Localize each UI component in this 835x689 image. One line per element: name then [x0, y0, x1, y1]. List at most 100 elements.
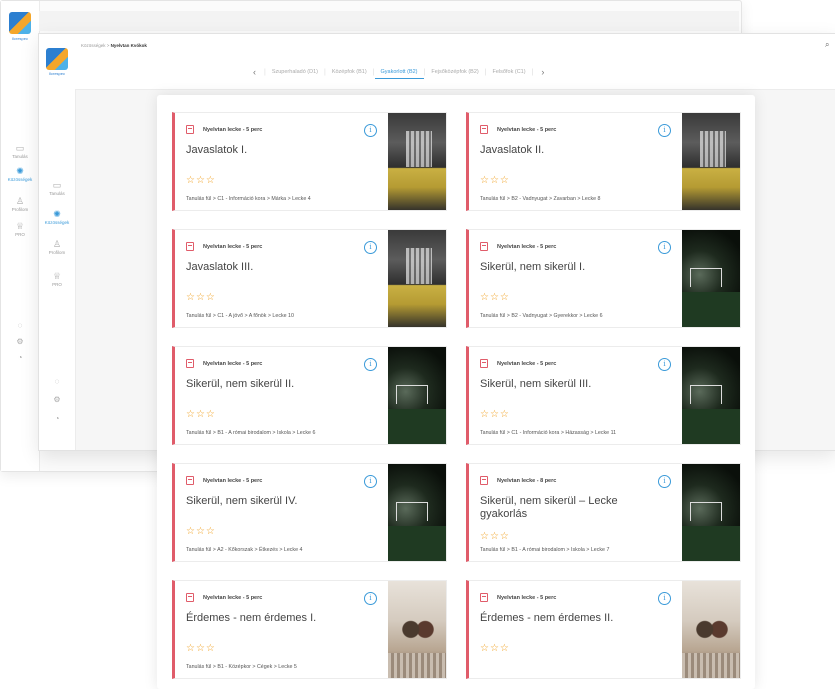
star-rating: ☆☆☆	[480, 643, 510, 654]
info-icon[interactable]: i	[658, 358, 671, 371]
lesson-tag: Nyelvtan lecke - 5 perc	[186, 593, 262, 602]
star-rating: ☆☆☆	[186, 292, 216, 303]
info-icon[interactable]: i	[364, 124, 377, 137]
info-icon[interactable]: i	[658, 592, 671, 605]
lesson-card[interactable]: Nyelvtan lecke - 5 perc Javaslatok II. ☆…	[466, 112, 741, 211]
lesson-tag-text: Nyelvtan lecke - 5 perc	[203, 243, 263, 250]
breadcrumb-current: Nyelvtan Kvókok	[110, 43, 147, 48]
star-rating: ☆☆☆	[480, 292, 510, 303]
lesson-card[interactable]: Nyelvtan lecke - 5 perc Sikerül, nem sik…	[466, 346, 741, 445]
nav-community[interactable]: ✺ Közösségek	[39, 209, 75, 226]
info-icon[interactable]: i	[658, 124, 671, 137]
lesson-icon	[186, 125, 194, 134]
lesson-thumbnail	[682, 230, 740, 327]
lesson-card[interactable]: Nyelvtan lecke - 5 perc Javaslatok III. …	[172, 229, 447, 328]
crown-icon: ♕	[52, 271, 62, 281]
lesson-tag: Nyelvtan lecke - 5 perc	[186, 242, 262, 251]
breadcrumb: Közösségek > Nyelvtan Kvókok	[81, 43, 147, 48]
info-icon[interactable]: i	[658, 475, 671, 488]
back-nav-community[interactable]: ✺ Közösségek	[2, 166, 38, 183]
lesson-tag-text: Nyelvtan lecke - 5 perc	[203, 594, 263, 601]
lesson-tag: Nyelvtan lecke - 5 perc	[480, 593, 556, 602]
app-logo-text: Ilcrespec	[11, 36, 28, 41]
lesson-title: Sikerül, nem sikerül I.	[480, 261, 586, 273]
lesson-card[interactable]: Nyelvtan lecke - 5 perc Javaslatok I. ☆☆…	[172, 112, 447, 211]
lesson-icon	[480, 125, 488, 134]
lesson-tag-text: Nyelvtan lecke - 5 perc	[497, 126, 557, 133]
info-icon[interactable]: i	[364, 241, 377, 254]
lesson-tag-text: Nyelvtan lecke - 5 perc	[497, 360, 557, 367]
lesson-thumbnail	[388, 581, 446, 678]
gear-icon[interactable]: ⚙	[39, 395, 75, 404]
nav-label: Tanulás	[49, 191, 65, 196]
tab-level-c1[interactable]: Felsőfok (C1)	[487, 66, 532, 78]
lesson-title: Javaslatok II.	[480, 144, 545, 156]
back-nav-learn[interactable]: ▭ Tanulás	[2, 143, 38, 160]
lesson-card[interactable]: Nyelvtan lecke - 8 perc Sikerül, nem sik…	[466, 463, 741, 562]
lesson-thumbnail	[388, 113, 446, 210]
lesson-path: Tanulás fül > B1 - A római birodalom > I…	[480, 547, 610, 553]
app-logo-icon	[9, 12, 31, 34]
lesson-title: Érdemes - nem érdemes II.	[480, 612, 614, 624]
info-icon[interactable]: i	[364, 358, 377, 371]
gear-icon[interactable]: ⚙	[2, 337, 38, 346]
info-icon[interactable]: i	[364, 592, 377, 605]
lesson-card[interactable]: Nyelvtan lecke - 5 perc Érdemes - nem ér…	[172, 580, 447, 679]
tab-level-b2-upper[interactable]: Fejsőközépfok (B2)	[425, 66, 484, 78]
book-icon: ▭	[15, 143, 25, 153]
help-icon[interactable]: ◔	[39, 414, 75, 423]
info-icon[interactable]: i	[658, 241, 671, 254]
search-icon[interactable]: ⌕	[825, 40, 829, 50]
people-icon: ✺	[53, 209, 61, 219]
star-rating: ☆☆☆	[186, 175, 216, 186]
app-logo-icon	[46, 48, 68, 70]
lesson-card[interactable]: Nyelvtan lecke - 5 perc Sikerül, nem sik…	[172, 463, 447, 562]
back-nav-profile[interactable]: ♙ Profilom	[2, 197, 38, 213]
info-icon[interactable]: i	[364, 475, 377, 488]
lesson-tag: Nyelvtan lecke - 5 perc	[480, 125, 556, 134]
user-icon: ♙	[52, 239, 62, 249]
tabs-prev-arrow-icon[interactable]: ‹	[245, 67, 264, 77]
nav-label: PRO	[52, 282, 62, 287]
lesson-thumbnail	[388, 464, 446, 561]
lesson-card[interactable]: Nyelvtan lecke - 5 perc Sikerül, nem sik…	[466, 229, 741, 328]
lesson-tag: Nyelvtan lecke - 5 perc	[480, 359, 556, 368]
star-rating: ☆☆☆	[186, 643, 216, 654]
bell-icon[interactable]: ◌	[2, 321, 38, 330]
star-rating: ☆☆☆	[186, 526, 216, 537]
app-logo-text: Ilcrespec	[48, 71, 65, 76]
back-topbar	[39, 11, 739, 31]
lesson-card[interactable]: Nyelvtan lecke - 5 perc Érdemes - nem ér…	[466, 580, 741, 679]
lesson-path: Tanulás fül > C1 - Információ kora > Már…	[186, 196, 311, 202]
lesson-tag-text: Nyelvtan lecke - 5 perc	[203, 360, 263, 367]
tab-level-b1[interactable]: Középfok (B1)	[326, 66, 373, 78]
lesson-tag-text: Nyelvtan lecke - 5 perc	[497, 594, 557, 601]
lesson-title: Sikerül, nem sikerül III.	[480, 378, 592, 390]
lesson-card[interactable]: Nyelvtan lecke - 5 perc Sikerül, nem sik…	[172, 346, 447, 445]
help-icon[interactable]: ◔	[2, 353, 38, 362]
breadcrumb-parent[interactable]: Közösségek	[81, 43, 106, 48]
tabs-next-arrow-icon[interactable]: ›	[533, 67, 552, 77]
lesson-tag: Nyelvtan lecke - 8 perc	[480, 476, 556, 485]
lesson-tag-text: Nyelvtan lecke - 5 perc	[203, 477, 263, 484]
lesson-tag: Nyelvtan lecke - 5 perc	[480, 242, 556, 251]
star-rating: ☆☆☆	[480, 175, 510, 186]
bell-icon[interactable]: ◌	[39, 377, 75, 386]
tab-level-b2[interactable]: Gyakorlott (B2)	[374, 66, 424, 79]
nav-pro[interactable]: ♕ PRO	[39, 271, 75, 288]
tab-level-d1[interactable]: Szuperhaladó (D1)	[266, 66, 324, 78]
lesson-title: Sikerül, nem sikerül – Lecke gyakorlás	[480, 495, 618, 520]
nav-profile[interactable]: ♙ Profilom	[39, 239, 75, 256]
lesson-thumbnail	[388, 230, 446, 327]
back-nav-label: PRO	[15, 232, 25, 237]
lesson-icon	[480, 593, 488, 602]
lesson-title: Javaslatok I.	[186, 144, 248, 156]
lesson-icon	[186, 476, 194, 485]
back-sidebar: Ilcrespec ▭ Tanulás ✺ Közösségek ♙ Profilom…	[1, 1, 40, 471]
nav-learn[interactable]: ▭ Tanulás	[39, 181, 75, 197]
lesson-tag-text: Nyelvtan lecke - 8 perc	[497, 477, 557, 484]
lesson-panel: Nyelvtan lecke - 5 perc Javaslatok I. ☆☆…	[157, 95, 755, 689]
people-icon: ✺	[16, 166, 24, 176]
back-nav-pro[interactable]: ♕ PRO	[2, 222, 38, 238]
star-rating: ☆☆☆	[480, 531, 510, 542]
